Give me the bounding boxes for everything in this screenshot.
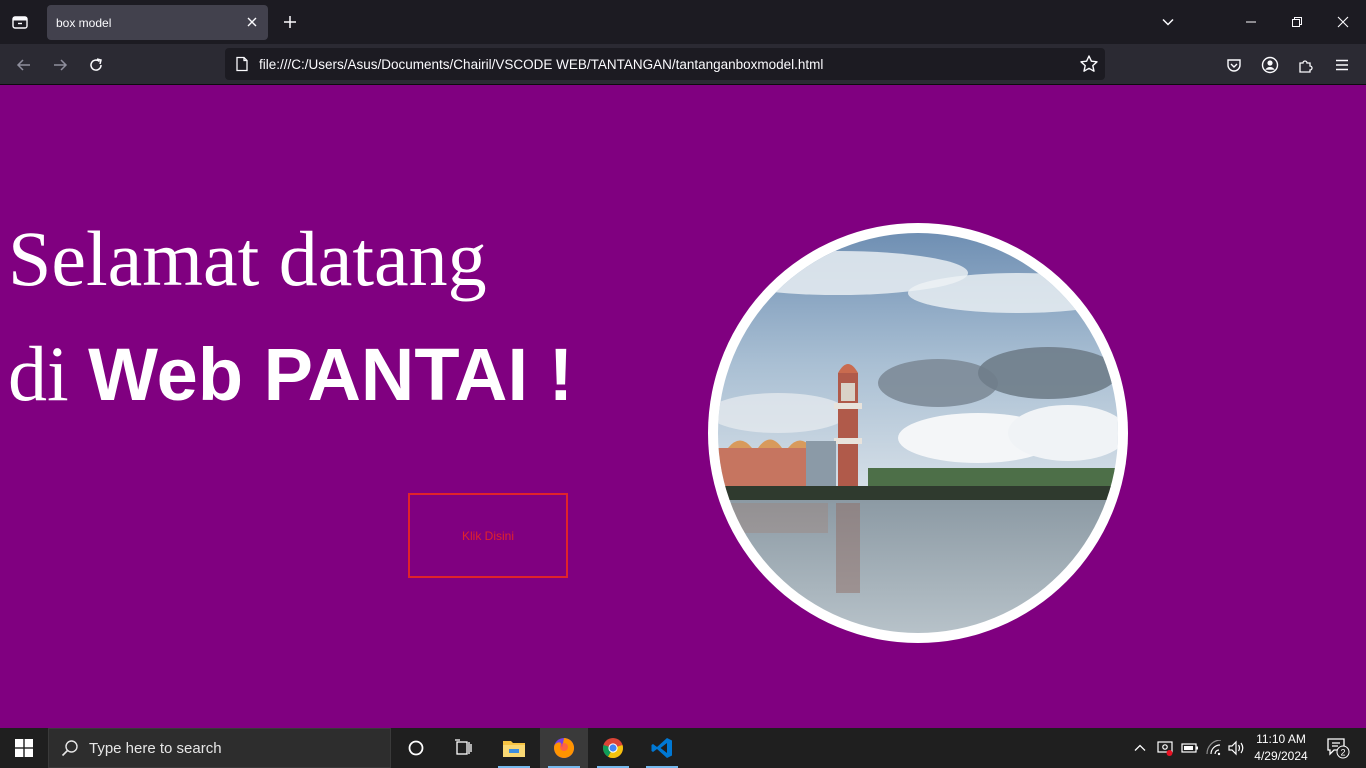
chevron-up-icon[interactable] — [1130, 738, 1150, 758]
close-icon[interactable] — [244, 14, 260, 30]
pocket-icon[interactable] — [1221, 52, 1247, 78]
heading-line-1: Selamat datang — [8, 215, 487, 302]
heading-bold: Web PANTAI ! — [88, 333, 574, 416]
beach-mosque-picture — [718, 233, 1118, 633]
bookmark-star-icon[interactable] — [1079, 54, 1099, 74]
windows-taskbar: Type here to search 11:10 AM 4/29/2024 2 — [0, 728, 1366, 768]
extensions-icon[interactable] — [1293, 52, 1319, 78]
back-icon[interactable] — [11, 52, 37, 78]
chevron-down-icon[interactable] — [1154, 8, 1182, 36]
minimize-icon[interactable] — [1237, 8, 1265, 36]
taskbar-search-box[interactable]: Type here to search — [48, 728, 391, 768]
file-explorer-icon[interactable] — [490, 728, 538, 768]
chrome-icon[interactable] — [589, 728, 637, 768]
firefox-icon[interactable] — [540, 728, 588, 768]
search-placeholder: Type here to search — [89, 739, 222, 757]
reload-icon[interactable] — [83, 52, 109, 78]
beach-mosque-image — [708, 223, 1128, 643]
page-icon — [236, 56, 248, 72]
plus-icon[interactable] — [279, 11, 301, 33]
heading-line-2: di Web PANTAI ! — [8, 335, 573, 413]
notification-center-icon[interactable]: 2 — [1318, 728, 1358, 768]
window-close-icon[interactable] — [1329, 8, 1357, 36]
heading-prefix: di — [8, 330, 69, 417]
vscode-icon[interactable] — [638, 728, 686, 768]
url-bar[interactable]: file:///C:/Users/Asus/Documents/Chairil/… — [225, 48, 1105, 80]
browser-nav-bar: file:///C:/Users/Asus/Documents/Chairil/… — [0, 44, 1366, 85]
url-text[interactable]: file:///C:/Users/Asus/Documents/Chairil/… — [259, 57, 823, 72]
tab-title: box model — [56, 15, 112, 30]
battery-icon[interactable] — [1180, 738, 1200, 758]
page-content: Selamat datang di Web PANTAI ! Klik Disi… — [0, 85, 1366, 728]
menu-icon[interactable] — [1329, 52, 1355, 78]
account-icon[interactable] — [1257, 52, 1283, 78]
windows-start-icon[interactable] — [0, 728, 48, 768]
browser-tab[interactable]: box model — [47, 5, 268, 40]
system-clock[interactable]: 11:10 AM 4/29/2024 — [1248, 731, 1314, 765]
cortana-icon[interactable] — [392, 728, 440, 768]
volume-icon[interactable] — [1226, 738, 1246, 758]
klik-disini-button[interactable]: Klik Disini — [408, 493, 568, 578]
notification-badge: 2 — [1340, 748, 1345, 758]
meet-now-icon[interactable] — [1155, 738, 1175, 758]
task-view-icon[interactable] — [440, 728, 488, 768]
clock-time: 11:10 AM — [1256, 732, 1306, 746]
browser-tab-bar: box model — [0, 0, 1366, 44]
tab-list-icon[interactable] — [8, 10, 32, 34]
restore-icon[interactable] — [1283, 8, 1311, 36]
search-icon — [61, 740, 78, 757]
wifi-icon[interactable] — [1204, 738, 1224, 758]
forward-icon[interactable] — [47, 52, 73, 78]
clock-date: 4/29/2024 — [1254, 749, 1308, 763]
